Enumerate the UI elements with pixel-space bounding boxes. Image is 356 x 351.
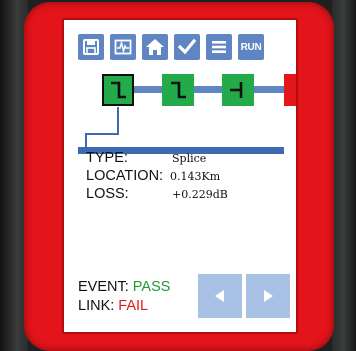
triangle-right-icon	[264, 290, 273, 302]
status-panel: EVENT: PASS LINK: FAIL	[78, 278, 170, 316]
link-map	[64, 66, 296, 156]
link-status-label: LINK:	[78, 298, 115, 314]
event-status-label: EVENT:	[78, 279, 129, 295]
run-button[interactable]: RUN	[238, 34, 264, 60]
loss-label: LOSS:	[86, 186, 129, 202]
menu-icon	[212, 41, 226, 53]
next-event-button[interactable]	[246, 274, 290, 318]
event-status-value: PASS	[132, 279, 171, 295]
event-pointer-line	[85, 107, 119, 148]
checkmark-icon	[178, 38, 196, 55]
save-button[interactable]	[78, 34, 104, 60]
triangle-left-icon	[215, 290, 224, 302]
link-status-value: FAIL	[118, 298, 149, 314]
location-label: LOCATION:	[86, 168, 164, 184]
home-button[interactable]	[142, 34, 168, 60]
toolbar: RUN	[78, 34, 296, 60]
previous-event-button[interactable]	[198, 274, 242, 318]
device-screen: RUN TYPE: Splice LOCATION: 0.143Km LOSS:…	[64, 20, 296, 332]
link-status: LINK: FAIL	[78, 297, 170, 316]
event-status: EVENT: PASS	[78, 278, 170, 297]
check-button[interactable]	[174, 34, 200, 60]
menu-button[interactable]	[206, 34, 232, 60]
trace-button[interactable]	[110, 34, 136, 60]
loss-value: +0.229dB	[172, 188, 228, 201]
type-value: Splice	[172, 152, 207, 165]
device-housing-right	[332, 0, 356, 351]
home-icon	[146, 39, 164, 55]
save-icon	[83, 39, 99, 55]
waveform-icon	[114, 39, 132, 55]
location-value: 0.143Km	[170, 170, 221, 183]
type-label: TYPE:	[86, 150, 128, 166]
